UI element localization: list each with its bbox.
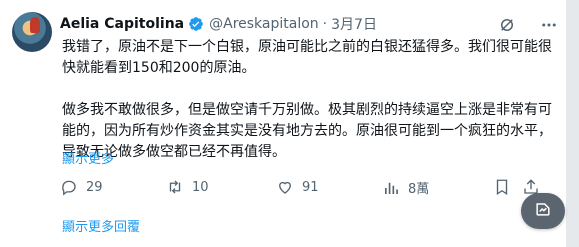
action-bar: 29 10 91 8萬: [60, 178, 540, 198]
header-separator: ·: [322, 16, 328, 32]
show-more-replies-link[interactable]: 顯示更多回覆: [62, 216, 140, 235]
retweet-button[interactable]: 10: [166, 178, 209, 196]
scrollbar-track[interactable]: [566, 0, 579, 247]
retweet-count: 10: [192, 179, 209, 195]
avatar[interactable]: [12, 12, 52, 52]
author-handle[interactable]: @Areskapitalon: [209, 16, 319, 32]
bookmark-button[interactable]: [493, 178, 511, 196]
like-count: 91: [302, 179, 319, 195]
show-more-link[interactable]: 顯示更多: [62, 148, 114, 167]
retweet-icon: [166, 178, 184, 196]
views-icon: [382, 179, 400, 197]
reply-button[interactable]: 29: [60, 178, 103, 196]
top-right-icons: [498, 16, 558, 38]
tweet-card: Aelia Capitolina @Areskapitalon · 3月7日 我…: [0, 0, 566, 247]
verified-badge-icon: [188, 16, 204, 32]
like-button[interactable]: 91: [276, 178, 319, 196]
floating-action-button[interactable]: [521, 193, 565, 229]
tweet-paragraph: 我错了，原油不是下一个白银，原油可能比之前的白银还猛得多。我们很可能很快就能看到…: [62, 39, 552, 76]
tweet-date[interactable]: 3月7日: [331, 14, 377, 34]
tweet-text: 我错了，原油不是下一个白银，原油可能比之前的白银还猛得多。我们很可能很快就能看到…: [62, 37, 554, 163]
avatar-accent: [30, 17, 40, 33]
more-icon[interactable]: [540, 16, 558, 38]
grok-icon[interactable]: [498, 16, 516, 38]
reply-count: 29: [86, 179, 103, 195]
bookmark-icon: [493, 178, 511, 196]
tweet-paragraph: 做多我不敢做很多，但是做空请千万别做。极其剧烈的持续逼空上涨是非常有可能的，因为…: [62, 102, 552, 160]
author-name[interactable]: Aelia Capitolina: [60, 16, 184, 32]
views-count: 8萬: [408, 182, 430, 197]
fab-icon: [533, 199, 553, 223]
views-button[interactable]: 8萬: [382, 178, 429, 197]
tweet-header: Aelia Capitolina @Areskapitalon · 3月7日: [60, 14, 377, 34]
reply-icon: [60, 178, 78, 196]
like-icon: [276, 178, 294, 196]
